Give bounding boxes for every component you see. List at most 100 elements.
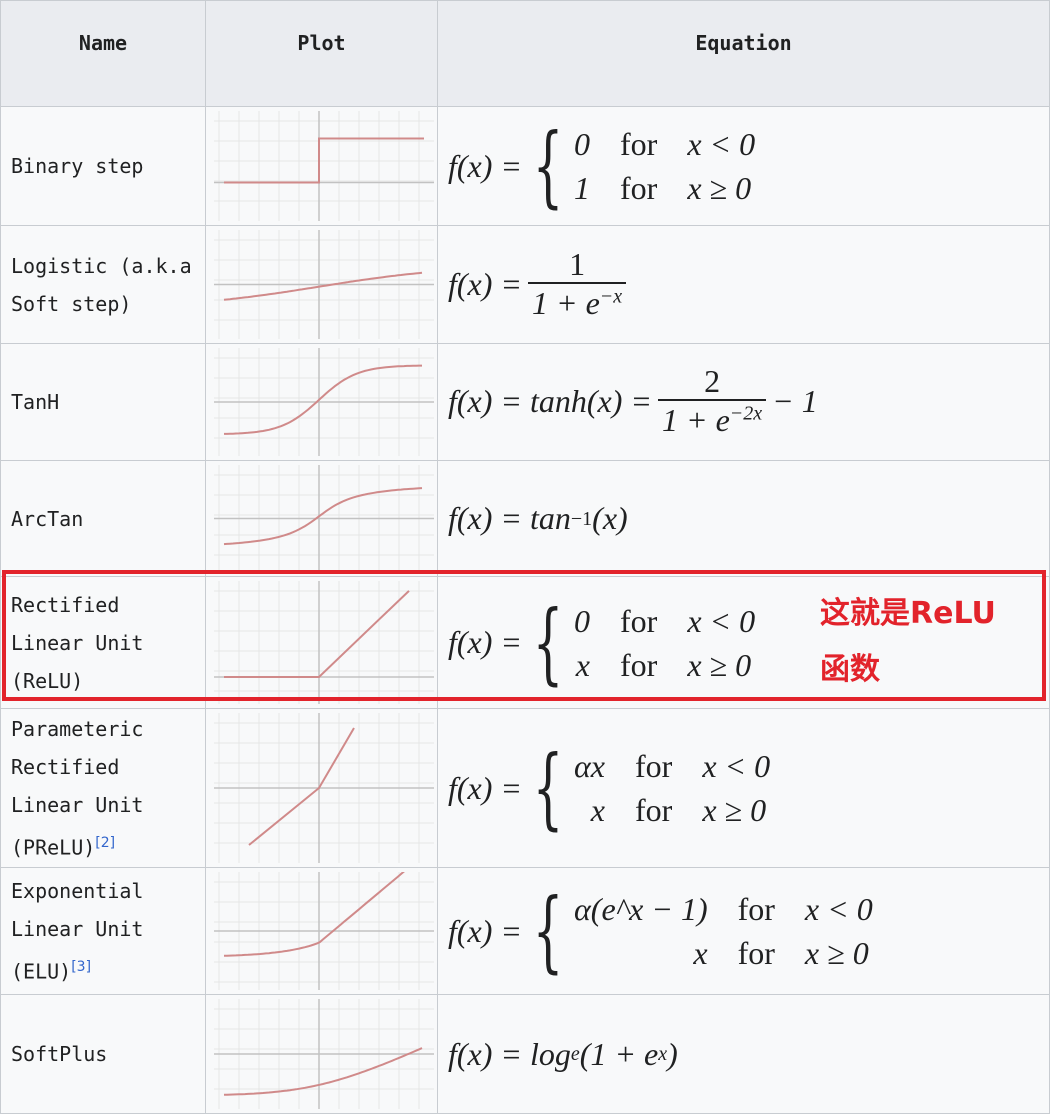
function-name-text: (PReLU) (11, 835, 96, 860)
function-name-line: Rectified (11, 754, 120, 779)
relu-annotation: 这就是ReLU 函数 (820, 586, 996, 698)
table-row: ArcTan f(x) = tan −1 (x) (0, 460, 1050, 577)
case-condition: x ≥ 0 (687, 170, 752, 206)
relu-curve (224, 590, 410, 678)
equation-lhs: f(x) = (448, 912, 522, 949)
function-name-text: (ELU) (11, 959, 72, 984)
function-name-line: Exponential (11, 878, 144, 903)
function-name-cell: ArcTan (0, 460, 206, 577)
equation: f(x) ={0 for x < 0 1 for x ≥ 0 (448, 122, 1049, 210)
reference-link[interactable]: [3] (71, 959, 91, 975)
equation-fraction: 21 + e−2x (658, 363, 767, 440)
function-equation-cell: f(x) = {α(e^x − 1) for x < 0 x for x ≥ 0 (437, 867, 1050, 995)
function-name-cell: TanH (0, 343, 206, 461)
header-row: Name Plot Equation (0, 0, 1050, 107)
reference-link[interactable]: [2] (95, 835, 115, 851)
function-name-line: SoftPlus (11, 1042, 108, 1066)
function-plot-cell (205, 343, 438, 461)
plot-axes (214, 348, 434, 456)
function-equation-cell: f(x) = tanh(x) = 2 1 + e−2x − 1 (437, 343, 1050, 461)
brace-glyph: { (532, 879, 564, 982)
case-for: for (620, 126, 658, 162)
brace-glyph: { (532, 114, 564, 217)
case-condition: x ≥ 0 (687, 646, 752, 683)
equation: f(x) ={αx for x < 0 x for x ≥ 0 (448, 744, 1049, 832)
table-row: Logistic (a.k.a Soft step) f(x) = 1 1 + e−x (0, 225, 1050, 344)
equation-lhs: f(x) = (448, 624, 522, 660)
fraction-denominator: 1 + e−2x (658, 399, 767, 439)
case-for: for (737, 891, 775, 927)
column-header-equation[interactable]: Equation (437, 0, 1050, 107)
equation-cases: α(e^x − 1) for x < 0 x for x ≥ 0 (574, 889, 873, 973)
denominator-base: 1 + e (662, 402, 730, 439)
function-equation-cell: f(x) = tan −1 (x) (437, 460, 1050, 577)
equation-tail: (x) (592, 500, 628, 536)
function-name-line: (PReLU)[2] (11, 824, 205, 867)
equation-cases: αx for x < 0 x for x ≥ 0 (574, 746, 770, 830)
function-equation-cell: f(x) = 1 1 + e−x (437, 225, 1050, 344)
fraction-numerator: 1 (569, 245, 586, 282)
fraction-numerator: 2 (704, 363, 721, 400)
brace-glyph: { (532, 590, 564, 694)
case-condition: x < 0 (702, 748, 771, 784)
tanh-plot (214, 348, 434, 456)
function-plot-cell (205, 106, 438, 226)
case-condition: x < 0 (804, 891, 873, 927)
function-plot-cell (205, 225, 438, 344)
function-name-line: ArcTan (11, 506, 84, 531)
softplus-curve (223, 1047, 423, 1096)
equation-lhs: f(x) = tanh(x) = (448, 383, 652, 420)
elu-plot (214, 872, 434, 990)
equation: f(x) = tan −1 (x) (448, 500, 628, 536)
plot-axes (214, 999, 434, 1109)
column-header-plot[interactable]: Plot (205, 0, 438, 107)
annotation-line-2: 函数 (820, 652, 880, 687)
denominator-exponent: −2x (729, 402, 763, 425)
function-name-line: Parameteric (11, 716, 144, 741)
function-name-line: Logistic (a.k.a (11, 253, 192, 278)
case-value: 0 (574, 602, 590, 639)
function-plot-cell (205, 867, 438, 995)
logistic-plot (214, 230, 434, 339)
equation-lhs: f(x) = (448, 265, 522, 302)
brace-glyph: { (532, 736, 564, 839)
function-equation-cell: f(x) = log e (1 + e x) (437, 994, 1050, 1114)
case-value: x (590, 792, 605, 828)
table-row: SoftPlus f(x) = log e (1 + e x) (0, 994, 1050, 1114)
equation: f(x) ={α(e^x − 1) for x < 0 x for x ≥ 0 (448, 887, 1049, 975)
equation: f(x) = log e (1 + e x) (448, 1035, 678, 1072)
case-for: for (620, 602, 658, 639)
tanh-curve (224, 364, 422, 435)
equation: f(x) = 1 1 + e−x (448, 245, 1049, 323)
function-name-line: TanH (11, 390, 60, 414)
plot-axes (214, 713, 434, 863)
case-condition: x < 0 (687, 126, 756, 162)
table-row: Parameteric Rectified Linear Unit (PReLU)[2… (0, 708, 1050, 868)
function-name-line: Linear Unit (11, 630, 144, 655)
arctan-curve (223, 487, 423, 546)
case-for: for (635, 792, 673, 828)
case-for: for (620, 646, 658, 683)
plot-axes (214, 230, 434, 339)
plot-axes (214, 111, 434, 221)
case-for: for (737, 935, 775, 971)
table-row: Exponential Linear Unit (ELU)[3] f(x) ={α(e… (0, 867, 1050, 995)
plot-axes (214, 465, 434, 572)
prelu-curve (248, 727, 355, 846)
function-name-cell: Binary step (0, 106, 206, 226)
elu-curve (223, 872, 405, 957)
case-value: 0 (574, 126, 590, 162)
case-for: for (620, 170, 658, 206)
annotation-line-1: 这就是ReLU (820, 596, 996, 631)
function-name-line: Linear Unit (11, 792, 144, 817)
function-name-cell: SoftPlus (0, 994, 206, 1114)
case-condition: x < 0 (687, 602, 756, 639)
prelu-plot (214, 713, 434, 863)
function-name-line: Binary step (11, 154, 144, 178)
function-name-line: Linear Unit (11, 916, 144, 941)
equation-lhs: f(x) = (448, 147, 522, 184)
plot-grid (214, 111, 434, 221)
column-header-name[interactable]: Name (0, 0, 206, 107)
denominator-base: 1 + e (532, 284, 600, 321)
activation-functions-table-page: Name Plot Equation Binary step f(x) = {0 fo… (0, 0, 1053, 1114)
